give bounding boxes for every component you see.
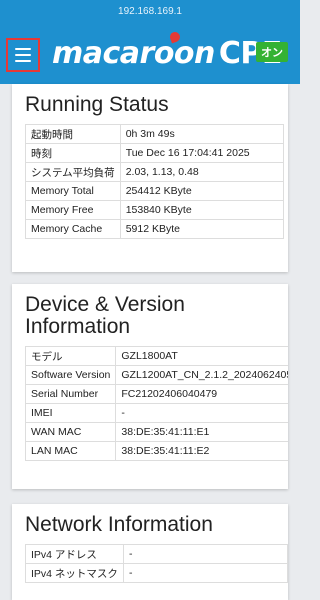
table-row: 時刻 Tue Dec 16 17:04:41 2025 (25, 143, 284, 163)
table-row: Memory Free 153840 KByte (25, 200, 284, 220)
row-value: 254412 KByte (119, 181, 284, 201)
logo-text: macaroon (52, 36, 215, 71)
table-row: 起動時間 0h 3m 49s (25, 124, 284, 144)
row-label: システム平均負荷 (25, 162, 121, 182)
table-row: IMEI - (24, 403, 288, 423)
row-value: 0h 3m 49s (119, 124, 284, 144)
row-label: 時刻 (25, 143, 121, 163)
menu-icon-line (15, 60, 31, 62)
row-label: Memory Cache (25, 219, 121, 239)
status-badge: オン (256, 42, 288, 62)
row-label: Serial Number (24, 384, 117, 404)
device-info-table: モデル GZL1800AT Software Version GZL1200AT_C… (24, 346, 288, 461)
row-label: 起動時間 (25, 124, 121, 144)
row-value: GZL1200AT_CN_2.1.2_2024062405 (115, 365, 288, 385)
running-status-table: 起動時間 0h 3m 49s 時刻 Tue Dec 16 17:04:41 2025… (25, 124, 284, 239)
row-label: LAN MAC (24, 441, 117, 461)
network-info-table: IPv4 アドレス - IPv4 ネットマスク - (25, 544, 288, 583)
menu-icon-line (15, 48, 31, 50)
device-info-card: Device & Version Information モデル GZL1800A… (12, 284, 288, 489)
row-value: - (122, 544, 288, 564)
row-value: FC21202406040479 (115, 384, 288, 404)
row-label: IMEI (24, 403, 117, 423)
row-label: IPv4 アドレス (25, 544, 124, 564)
row-label: WAN MAC (24, 422, 117, 442)
row-value: 38:DE:35:41:11:E1 (115, 422, 288, 442)
table-row: Memory Cache 5912 KByte (25, 219, 284, 239)
table-row: LAN MAC 38:DE:35:41:11:E2 (24, 441, 288, 461)
row-label: Memory Free (25, 200, 121, 220)
table-row: IPv4 アドレス - (25, 544, 288, 564)
table-row: Serial Number FC21202406040479 (24, 384, 288, 404)
row-value: GZL1800AT (115, 346, 288, 366)
table-row: システム平均負荷 2.03, 1.13, 0.48 (25, 162, 284, 182)
table-row: Software Version GZL1200AT_CN_2.1.2_20240… (24, 365, 288, 385)
hamburger-menu-button[interactable] (6, 38, 40, 72)
url-text: 192.168.169.1 (118, 6, 182, 17)
row-value: Tue Dec 16 17:04:41 2025 (119, 143, 284, 163)
table-row: Memory Total 254412 KByte (25, 181, 284, 201)
row-value: - (115, 403, 288, 423)
network-info-card: Network Information IPv4 アドレス - IPv4 ネットマ… (12, 504, 288, 600)
menu-icon-line (15, 54, 31, 56)
app-header: macaroon CPE オン (0, 24, 300, 84)
row-label: Memory Total (25, 181, 121, 201)
row-value: 5912 KByte (119, 219, 284, 239)
table-row: IPv4 ネットマスク - (25, 563, 288, 583)
row-value: 153840 KByte (119, 200, 284, 220)
row-label: モデル (24, 346, 117, 366)
table-row: モデル GZL1800AT (24, 346, 288, 366)
card-title: Device & Version Information (25, 293, 185, 338)
card-title: Network Information (25, 513, 213, 536)
running-status-card: Running Status 起動時間 0h 3m 49s 時刻 Tue Dec 1… (12, 84, 288, 272)
row-value: - (122, 563, 288, 583)
row-value: 38:DE:35:41:11:E2 (115, 441, 288, 461)
row-label: IPv4 ネットマスク (25, 563, 124, 583)
row-label: Software Version (24, 365, 117, 385)
brand-logo: macaroon CPE (52, 30, 282, 71)
row-value: 2.03, 1.13, 0.48 (119, 162, 284, 182)
browser-url-bar[interactable]: 192.168.169.1 (0, 0, 300, 24)
card-title: Running Status (25, 93, 169, 116)
table-row: WAN MAC 38:DE:35:41:11:E1 (24, 422, 288, 442)
